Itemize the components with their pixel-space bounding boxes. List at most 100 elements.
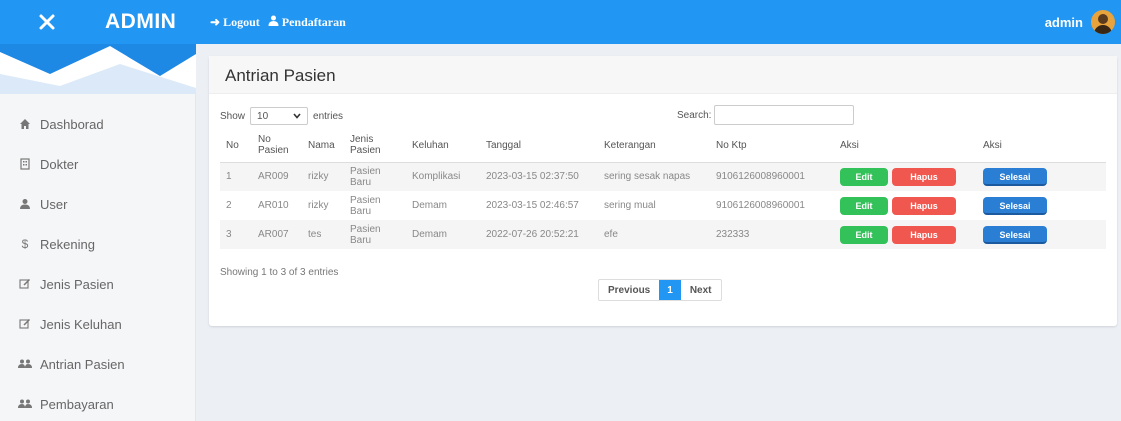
search-label: Search: (677, 109, 712, 121)
sidebar-item-rekening[interactable]: $ Rekening (0, 224, 196, 264)
column-header[interactable]: Keterangan (598, 129, 710, 163)
column-header[interactable]: No Pasien (252, 129, 302, 163)
cell-nama: rizky (308, 200, 329, 211)
hapus-button[interactable]: Hapus (892, 167, 956, 186)
pagination: Previous 1 Next (598, 279, 722, 301)
user-menu[interactable]: admin (1045, 0, 1115, 44)
hapus-button[interactable]: Hapus (892, 225, 956, 244)
antrian-pasien-panel: Antrian Pasien Show 10 entries Search: N… (209, 56, 1117, 326)
building-icon (14, 158, 36, 170)
column-header[interactable]: Nama (302, 129, 344, 163)
cell-keluhan: Komplikasi (406, 162, 480, 191)
sign-out-icon: ➜ (210, 14, 221, 29)
cell-keterangan: sering sesak napas (598, 162, 710, 191)
sidebar-item-label: Jenis Keluhan (40, 316, 122, 332)
edit-button[interactable]: Edit (840, 196, 888, 215)
cell-no-ktp: 232333 (710, 220, 834, 249)
table-row: 3 AR007 tes Pasien Baru Demam 2022-07-26… (220, 220, 1106, 249)
sidebar-item-dashboard[interactable]: Dashborad (0, 104, 196, 144)
column-header[interactable]: Jenis Pasien (344, 129, 406, 163)
cell-tanggal: 2023-03-15 02:37:50 (480, 162, 598, 191)
pendaftaran-link[interactable]: Pendaftaran (268, 15, 346, 30)
entries-label: entries (313, 110, 344, 122)
sidebar-item-label: User (40, 196, 68, 212)
home-icon (14, 118, 36, 130)
cell-keterangan: sering mual (604, 200, 656, 211)
cell-aksi: Edit Hapus (834, 220, 977, 249)
selesai-button[interactable]: Selesai (983, 196, 1047, 215)
sidebar-item-jenis-pasien[interactable]: Jenis Pasien (0, 264, 196, 304)
cell-keterangan: efe (598, 220, 710, 249)
column-header[interactable]: Keluhan (406, 129, 480, 163)
selesai-button[interactable]: Selesai (983, 167, 1047, 186)
top-nav: ➜ Logout Pendaftaran (210, 0, 346, 44)
previous-button[interactable]: Previous (599, 280, 659, 300)
cell-aksi: Edit Hapus (834, 191, 977, 220)
selesai-button[interactable]: Selesai (983, 225, 1047, 244)
cell-aksi-selesai: Selesai (977, 220, 1106, 249)
show-label: Show (220, 110, 246, 122)
cell-tanggal: 2022-07-26 20:52:21 (480, 220, 598, 249)
cell-no-ktp: 9106126008960001 (716, 200, 805, 211)
cell-keluhan: Demam (412, 200, 448, 211)
sidebar-item-user[interactable]: User (0, 184, 196, 224)
table-info: Showing 1 to 3 of 3 entries (220, 267, 339, 278)
cell-no: 1 (220, 162, 252, 191)
cell-no-ktp: 9106126008960001 (710, 162, 834, 191)
next-button[interactable]: Next (681, 280, 721, 300)
sidebar-item-pembayaran[interactable]: Pembayaran (0, 384, 196, 421)
entries-value: 10 (257, 110, 269, 122)
cell-jenis-pasien: Pasien Baru (350, 194, 381, 217)
search-input[interactable] (714, 105, 855, 125)
sidebar-item-label: Pembayaran (40, 396, 114, 412)
search-control: Search: (677, 105, 855, 125)
sidebar: Dashborad Dokter User $ Rekening Jenis P… (0, 44, 196, 421)
page-1-button[interactable]: 1 (659, 280, 681, 300)
entries-control: Show 10 entries (220, 107, 343, 125)
logout-label: Logout (223, 14, 260, 29)
sidebar-item-label: Antrian Pasien (40, 356, 125, 372)
sidebar-item-label: Dashborad (40, 116, 104, 132)
hapus-button[interactable]: Hapus (892, 196, 956, 215)
sidebar-item-jenis-keluhan[interactable]: Jenis Keluhan (0, 304, 196, 344)
brand-area: ADMIN (0, 0, 200, 44)
cell-no-pasien: AR009 (252, 162, 302, 191)
cell-no: 3 (220, 220, 252, 249)
users-icon (14, 398, 36, 410)
column-header[interactable]: Aksi (834, 129, 977, 163)
cell-nama: rizky (302, 162, 344, 191)
cell-aksi-selesai: Selesai (977, 162, 1106, 191)
column-header[interactable]: No Ktp (710, 129, 834, 163)
edit-button[interactable]: Edit (840, 167, 888, 186)
cell-jenis-pasien: Pasien Baru (344, 220, 406, 249)
sidebar-item-label: Jenis Pasien (40, 276, 114, 292)
close-icon[interactable] (27, 2, 67, 42)
pendaftaran-label: Pendaftaran (281, 14, 346, 29)
cell-keluhan: Demam (406, 220, 480, 249)
column-header[interactable]: No (220, 129, 252, 163)
edit-button[interactable]: Edit (840, 225, 888, 244)
sidebar-item-dokter[interactable]: Dokter (0, 144, 196, 184)
antrian-table: No No Pasien Nama Jenis Pasien Keluhan T… (220, 129, 1106, 249)
cell-jenis-pasien: Pasien Baru (344, 162, 406, 191)
user-icon (268, 15, 279, 30)
entries-select[interactable]: 10 (250, 107, 309, 125)
sidebar-item-antrian-pasien[interactable]: Antrian Pasien (0, 344, 196, 384)
avatar (1091, 10, 1115, 34)
user-icon (14, 198, 36, 210)
page-title: Antrian Pasien (209, 56, 1117, 94)
sidebar-menu: Dashborad Dokter User $ Rekening Jenis P… (0, 104, 196, 421)
column-header[interactable]: Tanggal (480, 129, 598, 163)
edit-icon (14, 278, 36, 290)
column-header[interactable]: Aksi (977, 129, 1106, 163)
edit-icon (14, 318, 36, 330)
brand-title: ADMIN (105, 10, 177, 33)
logout-link[interactable]: ➜ Logout (210, 15, 260, 30)
table-header-row: No No Pasien Nama Jenis Pasien Keluhan T… (220, 129, 1106, 163)
username: admin (1044, 14, 1083, 30)
table-row: 2 AR010 rizky Pasien Baru Demam 2023-03-… (220, 191, 1106, 220)
users-icon (14, 358, 36, 370)
cell-aksi: Edit Hapus (834, 162, 977, 191)
cell-aksi-selesai: Selesai (977, 191, 1106, 220)
cell-nama: tes (302, 220, 344, 249)
